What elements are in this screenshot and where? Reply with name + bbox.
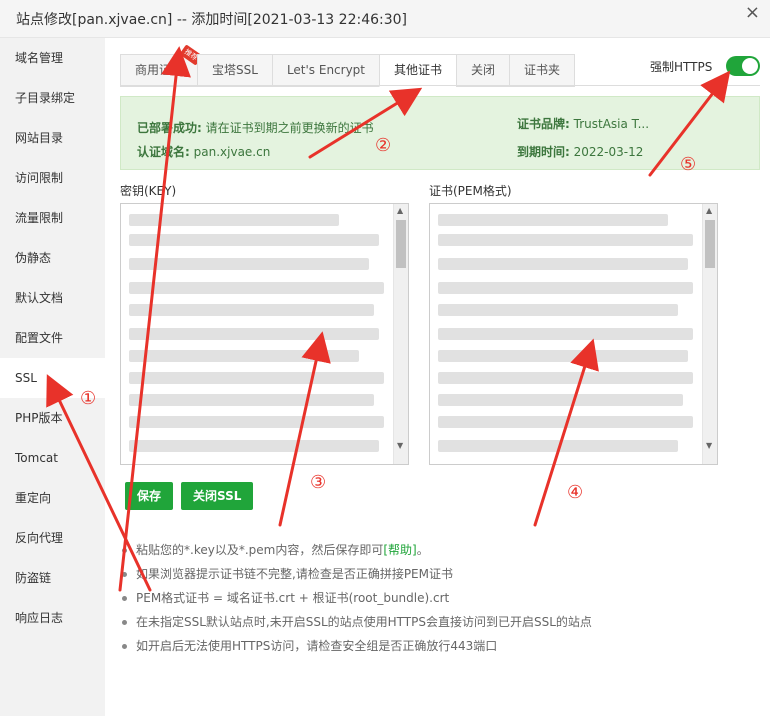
close-icon[interactable]: × bbox=[745, 2, 760, 23]
sidebar-item-config[interactable]: 配置文件 bbox=[0, 318, 105, 358]
blurred-text bbox=[129, 214, 339, 226]
sidebar-item-tomcat[interactable]: Tomcat bbox=[0, 438, 105, 478]
close-ssl-button[interactable]: 关闭SSL bbox=[181, 482, 254, 510]
title-bar: 站点修改[pan.xjvae.cn] -- 添加时间[2021-03-13 22… bbox=[0, 0, 770, 38]
cert-field-label: 证书(PEM格式) bbox=[429, 184, 512, 198]
sidebar-item-ssl[interactable]: SSL bbox=[0, 358, 105, 398]
force-https-label: 强制HTTPS bbox=[650, 60, 713, 74]
key-field-label: 密钥(KEY) bbox=[120, 184, 177, 198]
sidebar-item-access[interactable]: 访问限制 bbox=[0, 158, 105, 198]
tab-commercial-cert[interactable]: 商用证书 推荐 bbox=[120, 44, 203, 87]
blurred-text bbox=[438, 350, 688, 362]
sidebar-item-subdir[interactable]: 子目录绑定 bbox=[0, 78, 105, 118]
cert-textarea[interactable]: ▲ ▼ bbox=[429, 203, 718, 465]
blurred-text bbox=[438, 234, 693, 246]
blurred-text bbox=[129, 350, 359, 362]
blurred-text bbox=[129, 304, 374, 316]
sidebar-item-rewrite[interactable]: 伪静态 bbox=[0, 238, 105, 278]
blurred-text bbox=[129, 234, 379, 246]
scroll-up-icon[interactable]: ▲ bbox=[706, 206, 712, 215]
annotation-3: ③ bbox=[310, 472, 326, 493]
tip-text: 粘贴您的*.key以及*.pem内容，然后保存即可 bbox=[136, 543, 384, 557]
sidebar: 域名管理 子目录绑定 网站目录 访问限制 流量限制 伪静态 默认文档 配置文件 … bbox=[0, 38, 105, 716]
deploy-status: 已部署成功: 请在证书到期之前更换新的证书 bbox=[137, 119, 374, 136]
blurred-text bbox=[438, 440, 678, 452]
blurred-text bbox=[129, 416, 384, 428]
cert-brand: 证书品牌: TrustAsia T... bbox=[517, 115, 649, 132]
help-link[interactable]: [帮助] bbox=[383, 543, 416, 557]
force-https-toggle[interactable] bbox=[726, 56, 760, 76]
blurred-text bbox=[129, 372, 384, 384]
tip-item: 如果浏览器提示证书链不完整,请检查是否正确拼接PEM证书 bbox=[120, 562, 592, 586]
tab-label: 商用证书 bbox=[135, 63, 184, 77]
blurred-text bbox=[438, 304, 678, 316]
brand-label: 证书品牌: bbox=[517, 117, 570, 131]
sidebar-item-domain[interactable]: 域名管理 bbox=[0, 38, 105, 78]
tip-suffix: 。 bbox=[416, 543, 429, 557]
sidebar-item-traffic[interactable]: 流量限制 bbox=[0, 198, 105, 238]
blurred-text bbox=[129, 328, 379, 340]
cert-domain: 认证域名: pan.xjvae.cn bbox=[137, 143, 270, 160]
blurred-text bbox=[129, 440, 379, 452]
cert-scrollbar[interactable]: ▲ ▼ bbox=[702, 204, 717, 464]
save-button[interactable]: 保存 bbox=[125, 482, 174, 510]
tip-item: PEM格式证书 = 域名证书.crt + 根证书(root_bundle).cr… bbox=[120, 586, 592, 610]
blurred-text bbox=[129, 282, 384, 294]
domain-value: pan.xjvae.cn bbox=[193, 145, 271, 159]
sidebar-item-hotlink[interactable]: 防盗链 bbox=[0, 558, 105, 598]
toggle-knob bbox=[742, 58, 758, 74]
expire-value: 2022-03-12 bbox=[573, 145, 644, 159]
sidebar-item-default-doc[interactable]: 默认文档 bbox=[0, 278, 105, 318]
ssl-status-box: 已部署成功: 请在证书到期之前更换新的证书 认证域名: pan.xjvae.cn… bbox=[120, 96, 760, 170]
brand-value: TrustAsia T... bbox=[573, 117, 650, 131]
sidebar-item-log[interactable]: 响应日志 bbox=[0, 598, 105, 638]
blurred-text bbox=[129, 394, 374, 406]
blurred-text bbox=[438, 394, 683, 406]
blurred-text bbox=[438, 372, 693, 384]
tab-cert-folder[interactable]: 证书夹 bbox=[509, 54, 576, 87]
sidebar-item-site-dir[interactable]: 网站目录 bbox=[0, 118, 105, 158]
key-textarea[interactable]: ▲ ▼ bbox=[120, 203, 409, 465]
cert-expire: 到期时间: 2022-03-12 bbox=[517, 143, 643, 160]
annotation-4: ④ bbox=[567, 482, 583, 503]
tab-close[interactable]: 关闭 bbox=[456, 54, 510, 87]
blurred-text bbox=[129, 258, 369, 270]
scroll-up-icon[interactable]: ▲ bbox=[397, 206, 403, 215]
tab-bt-ssl[interactable]: 宝塔SSL bbox=[197, 54, 272, 87]
sidebar-item-proxy[interactable]: 反向代理 bbox=[0, 518, 105, 558]
key-scrollbar[interactable]: ▲ ▼ bbox=[393, 204, 408, 464]
tab-lets-encrypt[interactable]: Let's Encrypt bbox=[271, 54, 380, 87]
tip-item: 在未指定SSL默认站点时,未开启SSL的站点使用HTTPS会直接访问到已开启SS… bbox=[120, 610, 592, 634]
blurred-text bbox=[438, 282, 693, 294]
blurred-text bbox=[438, 214, 668, 226]
sidebar-item-redirect[interactable]: 重定向 bbox=[0, 478, 105, 518]
scroll-down-icon[interactable]: ▼ bbox=[706, 441, 712, 450]
tips-list: 粘贴您的*.key以及*.pem内容，然后保存即可[帮助]。 如果浏览器提示证书… bbox=[120, 538, 592, 658]
tip-item: 如开启后无法使用HTTPS访问，请检查安全组是否正确放行443端口 bbox=[120, 634, 592, 658]
blurred-text bbox=[438, 258, 688, 270]
tip-item: 粘贴您的*.key以及*.pem内容，然后保存即可[帮助]。 bbox=[120, 538, 592, 562]
scroll-thumb[interactable] bbox=[396, 220, 406, 268]
scroll-down-icon[interactable]: ▼ bbox=[397, 441, 403, 450]
expire-label: 到期时间: bbox=[517, 145, 570, 159]
sidebar-item-php[interactable]: PHP版本 bbox=[0, 398, 105, 438]
tab-other-cert[interactable]: 其他证书 bbox=[379, 54, 457, 87]
ssl-tabs: 商用证书 推荐 宝塔SSL Let's Encrypt 其他证书 关闭 证书夹 bbox=[120, 44, 576, 87]
blurred-text bbox=[438, 416, 693, 428]
window-title: 站点修改[pan.xjvae.cn] -- 添加时间[2021-03-13 22… bbox=[16, 12, 408, 28]
deploy-text: 请在证书到期之前更换新的证书 bbox=[205, 121, 374, 135]
deploy-label: 已部署成功: bbox=[137, 121, 202, 135]
tabs-divider bbox=[120, 85, 760, 86]
scroll-thumb[interactable] bbox=[705, 220, 715, 268]
domain-label: 认证域名: bbox=[137, 145, 190, 159]
blurred-text bbox=[438, 328, 693, 340]
